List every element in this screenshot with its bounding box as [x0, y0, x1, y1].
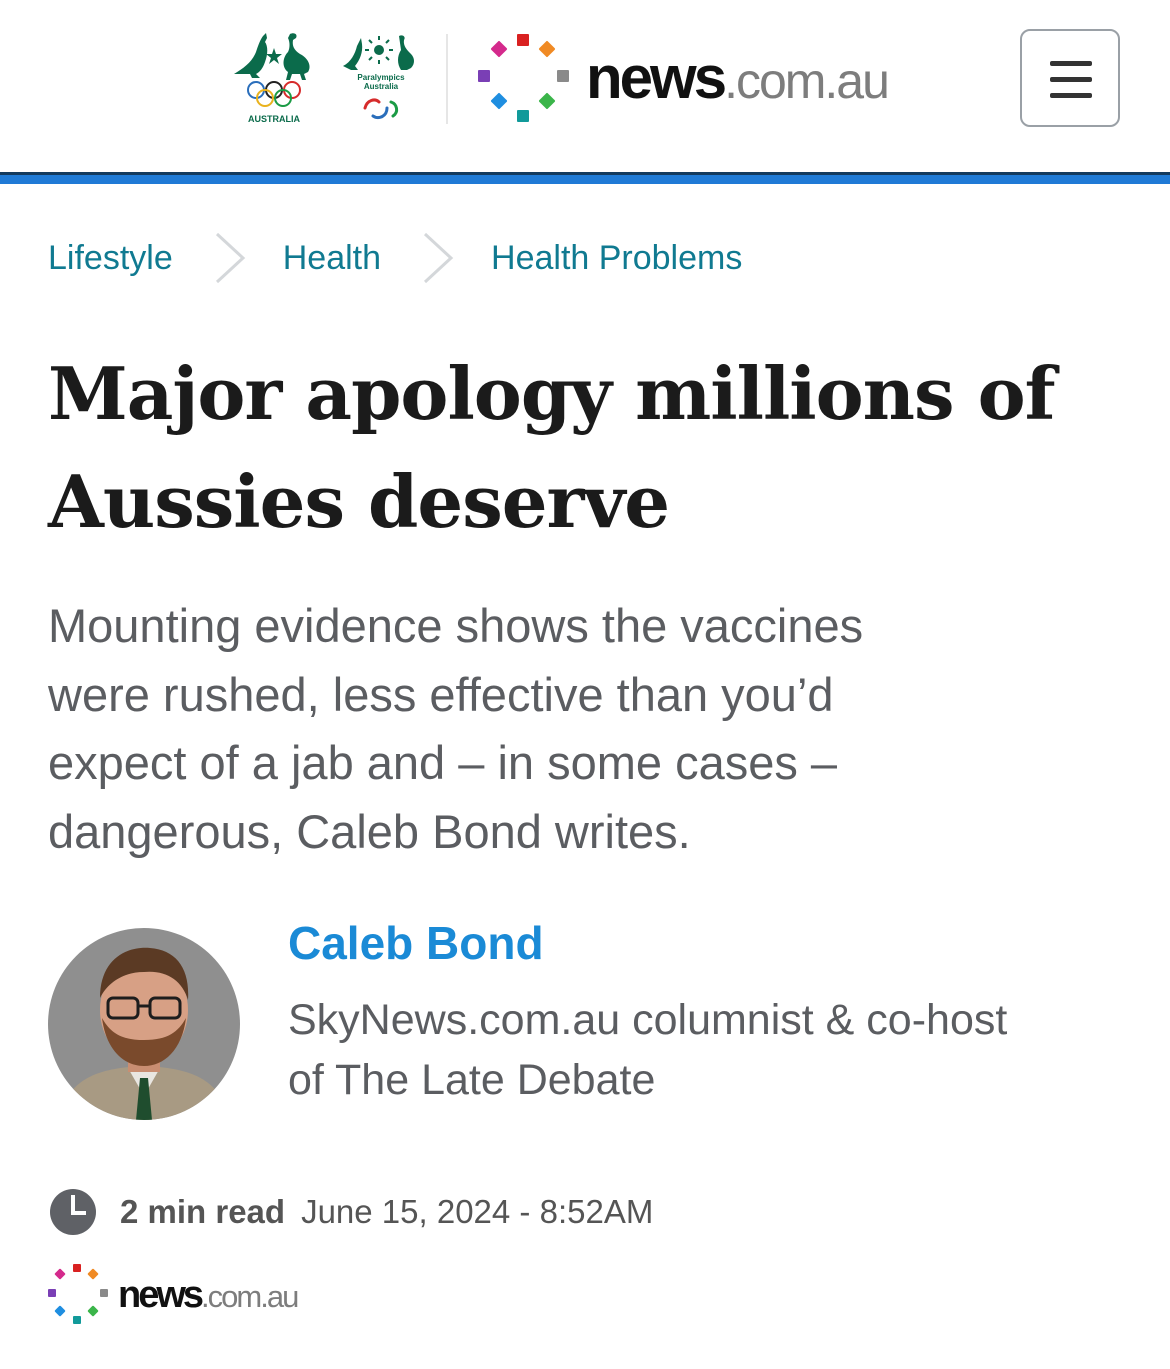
breadcrumb-health-problems[interactable]: Health Problems — [491, 239, 742, 278]
standfirst-line: expect of a jab and – in some cases – — [48, 736, 838, 789]
headline-line: Major apology millions of — [48, 351, 1056, 436]
author-avatar[interactable] — [48, 928, 240, 1120]
hamburger-menu-button[interactable] — [1020, 29, 1120, 127]
article-standfirst: Mounting evidence shows the vaccines wer… — [48, 592, 1138, 866]
read-time: 2 min read — [120, 1193, 286, 1230]
header-divider — [0, 172, 1170, 184]
paralympics-australia-logo: Paralympics Australia — [343, 35, 414, 120]
breadcrumb: Lifestyle Health Health Problems — [48, 228, 742, 288]
chevron-right-icon — [423, 232, 454, 284]
australian-olympic-committee-logo: AUSTRALIA — [234, 33, 310, 124]
site-logo-link[interactable]: news.com.au — [478, 32, 938, 126]
aoc-logo-link[interactable]: AUSTRALIA — [230, 28, 318, 128]
breadcrumb-health[interactable]: Health — [283, 239, 381, 278]
svg-text:news.com.au: news.com.au — [586, 44, 888, 111]
aoc-caption: AUSTRALIA — [248, 114, 300, 124]
source-logo-link[interactable]: news.com.au — [46, 1262, 356, 1328]
headline-line: Aussies deserve — [48, 459, 670, 544]
standfirst-line: Mounting evidence shows the vaccines — [48, 599, 864, 652]
svg-text:news.com.au: news.com.au — [118, 1274, 298, 1316]
source-word-domain: .com.au — [201, 1279, 298, 1314]
news-com-au-logo: news.com.au — [48, 1264, 300, 1324]
article-headline: Major apology millions of Aussies deserv… — [48, 340, 1128, 556]
article-meta: 2 min read June 15, 2024 - 8:52AM — [48, 1186, 653, 1238]
author-avatar-icon — [48, 928, 240, 1120]
breadcrumb-lifestyle[interactable]: Lifestyle — [48, 239, 173, 278]
published-date: June 15, 2024 - 8:52AM — [301, 1193, 654, 1230]
logo-divider — [446, 34, 448, 124]
news-com-au-logo: news.com.au — [478, 34, 890, 122]
clock-icon — [50, 1189, 96, 1235]
author-bio: SkyNews.com.au columnist & co-host of Th… — [288, 990, 1128, 1110]
site-header: AUSTRALIA Paralympics Australia news.com… — [0, 0, 1170, 172]
logo-word-news: news — [586, 44, 725, 111]
pa-logo-link[interactable]: Paralympics Australia — [335, 28, 425, 128]
standfirst-line: were rushed, less effective than you’d — [48, 667, 834, 721]
author-bio-line: of The Late Debate — [288, 1056, 656, 1104]
pa-caption-line2: Australia — [364, 82, 399, 91]
pa-caption-line1: Paralympics — [357, 73, 405, 82]
logo-word-domain: .com.au — [724, 53, 888, 109]
source-word-news: news — [118, 1274, 203, 1316]
standfirst-line: dangerous, Caleb Bond writes. — [48, 804, 691, 858]
chevron-right-icon — [215, 232, 245, 284]
author-bio-line: SkyNews.com.au columnist & co-host — [288, 996, 1008, 1044]
author-name-link[interactable]: Caleb Bond — [288, 916, 544, 970]
